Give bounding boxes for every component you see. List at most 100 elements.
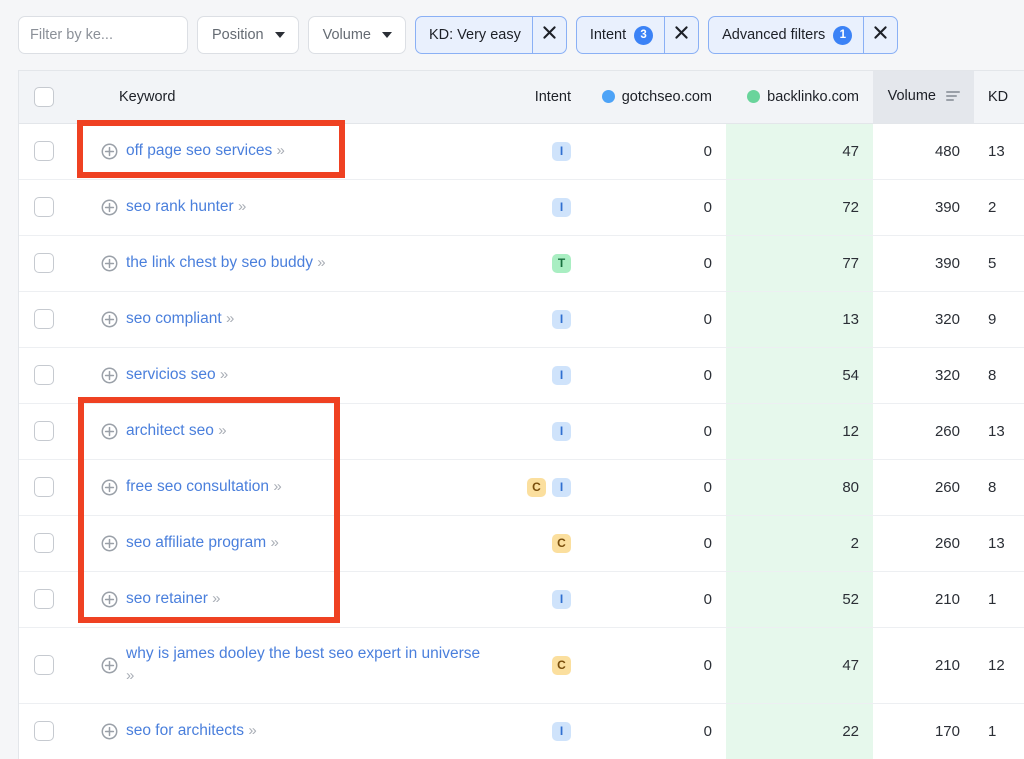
keyword-expand-icon[interactable]: »: [270, 534, 278, 551]
filter-pill-kd-remove-button[interactable]: [531, 17, 566, 53]
row-checkbox[interactable]: [34, 141, 54, 161]
keyword-expand-icon[interactable]: »: [126, 667, 134, 684]
row-checkbox[interactable]: [34, 533, 54, 553]
add-keyword-icon[interactable]: [101, 311, 118, 328]
keyword-link[interactable]: seo rank hunter »: [126, 196, 246, 218]
backlinko-position-cell: 77: [726, 235, 873, 292]
table-row[interactable]: off page seo services » I 0 47 480 13: [19, 123, 1024, 180]
intent-badge-i[interactable]: I: [552, 477, 571, 497]
keyword-link[interactable]: why is james dooley the best seo expert …: [126, 643, 487, 687]
add-keyword-icon[interactable]: [101, 423, 118, 440]
intent-column-header[interactable]: Intent: [501, 71, 571, 124]
keyword-expand-icon[interactable]: »: [218, 422, 226, 439]
add-keyword-icon[interactable]: [101, 535, 118, 552]
kd-cell: 13: [974, 515, 1024, 572]
filter-pill-kd-button[interactable]: KD: Very easy: [416, 17, 532, 53]
table-row[interactable]: seo retainer » I 0 52 210 1: [19, 571, 1024, 628]
volume-column-header[interactable]: Volume: [873, 71, 974, 124]
table-row[interactable]: seo for architects » I 0 22 170 1: [19, 703, 1024, 759]
table-row[interactable]: servicios seo » I 0 54 320 8: [19, 347, 1024, 404]
table-body: off page seo services » I 0 47 480 13 seo rank…: [19, 123, 1024, 759]
row-select-cell: [19, 291, 69, 348]
add-keyword-icon[interactable]: [101, 367, 118, 384]
keyword-link[interactable]: architect seo »: [126, 420, 227, 442]
intent-badge-i[interactable]: I: [552, 421, 571, 441]
table-row[interactable]: seo rank hunter » I 0 72 390 2: [19, 179, 1024, 236]
volume-cell: 260: [873, 515, 974, 572]
keyword-expand-icon[interactable]: »: [277, 142, 285, 159]
keyword-link[interactable]: seo retainer »: [126, 588, 221, 610]
row-checkbox[interactable]: [34, 655, 54, 675]
intent-cell: I: [501, 291, 571, 348]
filter-pill-advanced-button[interactable]: Advanced filters 1: [709, 17, 863, 53]
keyword-link[interactable]: seo affiliate program »: [126, 532, 279, 554]
row-checkbox[interactable]: [34, 421, 54, 441]
volume-column-label: Volume: [887, 87, 936, 104]
row-checkbox[interactable]: [34, 197, 54, 217]
intent-cell: I: [501, 703, 571, 759]
gotchseo-column-label: gotchseo.com: [621, 88, 712, 105]
keyword-link[interactable]: seo compliant »: [126, 308, 234, 330]
filter-pill-intent-button[interactable]: Intent 3: [577, 17, 664, 53]
intent-badge-c[interactable]: C: [552, 655, 571, 675]
intent-badge-i[interactable]: I: [552, 721, 571, 741]
add-keyword-icon[interactable]: [101, 199, 118, 216]
table-row[interactable]: why is james dooley the best seo expert …: [19, 627, 1024, 704]
keyword-expand-icon[interactable]: »: [238, 198, 246, 215]
keyword-link[interactable]: seo for architects »: [126, 720, 257, 742]
table-row[interactable]: the link chest by seo buddy » T 0 77 390 5: [19, 235, 1024, 292]
add-keyword-icon[interactable]: [101, 479, 118, 496]
keyword-link[interactable]: off page seo services »: [126, 140, 285, 162]
add-keyword-icon[interactable]: [101, 657, 118, 674]
search-input[interactable]: [19, 17, 187, 53]
filter-pill-advanced-remove-button[interactable]: [863, 17, 897, 53]
kd-cell: 8: [974, 347, 1024, 404]
volume-cell: 390: [873, 235, 974, 292]
position-dropdown[interactable]: Position: [197, 16, 299, 54]
table-row[interactable]: seo compliant » I 0 13 320 9: [19, 291, 1024, 348]
row-checkbox[interactable]: [34, 721, 54, 741]
row-checkbox[interactable]: [34, 477, 54, 497]
intent-badge-i[interactable]: I: [552, 309, 571, 329]
keyword-link[interactable]: servicios seo »: [126, 364, 228, 386]
keyword-expand-icon[interactable]: »: [220, 366, 228, 383]
row-checkbox[interactable]: [34, 309, 54, 329]
intent-badge-i[interactable]: I: [552, 141, 571, 161]
filter-pill-intent-remove-button[interactable]: [664, 17, 698, 53]
add-keyword-icon[interactable]: [101, 255, 118, 272]
row-checkbox[interactable]: [34, 365, 54, 385]
intent-badge-t[interactable]: T: [552, 253, 571, 273]
table-row[interactable]: free seo consultation » C I 0 80 260 8: [19, 459, 1024, 516]
keyword-cell: seo rank hunter »: [69, 179, 501, 236]
keyword-cell: why is james dooley the best seo expert …: [69, 627, 501, 704]
row-checkbox[interactable]: [34, 589, 54, 609]
table-row[interactable]: architect seo » I 0 12 260 13: [19, 403, 1024, 460]
intent-badge-i[interactable]: I: [552, 365, 571, 385]
add-keyword-icon[interactable]: [101, 143, 118, 160]
keyword-expand-icon[interactable]: »: [248, 722, 256, 739]
volume-dropdown[interactable]: Volume: [307, 16, 406, 54]
backlinko-position-cell: 47: [726, 627, 873, 704]
keyword-link[interactable]: free seo consultation »: [126, 476, 282, 498]
keyword-expand-icon[interactable]: »: [273, 478, 281, 495]
gotchseo-column-header[interactable]: gotchseo.com: [571, 71, 726, 124]
keyword-expand-icon[interactable]: »: [212, 590, 220, 607]
select-all-checkbox[interactable]: [34, 86, 54, 107]
row-select-cell: [19, 123, 69, 180]
intent-badge-c[interactable]: C: [552, 533, 571, 553]
intent-badge-c[interactable]: C: [527, 477, 546, 497]
backlinko-position-cell: 72: [726, 179, 873, 236]
keyword-expand-icon[interactable]: »: [317, 254, 325, 271]
keyword-link[interactable]: the link chest by seo buddy »: [126, 252, 326, 274]
intent-badge-i[interactable]: I: [552, 589, 571, 609]
keyword-column-header[interactable]: Keyword: [69, 71, 501, 124]
intent-cell: T: [501, 235, 571, 292]
add-keyword-icon[interactable]: [101, 723, 118, 740]
table-row[interactable]: seo affiliate program » C 0 2 260 13: [19, 515, 1024, 572]
intent-badge-i[interactable]: I: [552, 197, 571, 217]
row-checkbox[interactable]: [34, 253, 54, 273]
kd-column-header[interactable]: KD: [974, 71, 1024, 124]
backlinko-column-header[interactable]: backlinko.com: [726, 71, 873, 124]
add-keyword-icon[interactable]: [101, 591, 118, 608]
keyword-expand-icon[interactable]: »: [226, 310, 234, 327]
